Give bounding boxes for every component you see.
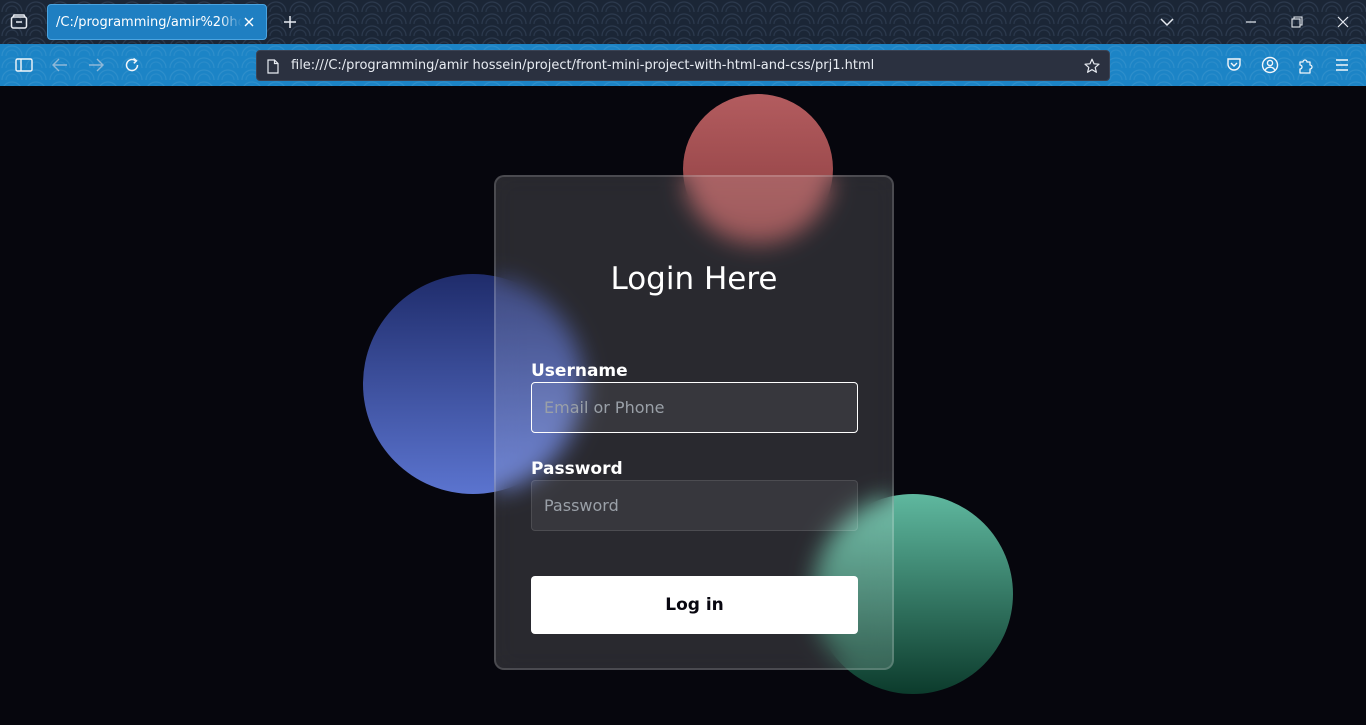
- forward-arrow-icon[interactable]: [85, 54, 107, 76]
- back-arrow-icon[interactable]: [49, 54, 71, 76]
- password-input[interactable]: [531, 480, 858, 531]
- navigation-toolbar: file:///C:/programming/amir hossein/proj…: [0, 44, 1366, 86]
- login-button[interactable]: Log in: [531, 576, 858, 634]
- address-bar[interactable]: file:///C:/programming/amir hossein/proj…: [256, 50, 1110, 81]
- chevron-down-icon[interactable]: [1157, 12, 1177, 32]
- minimize-icon[interactable]: [1241, 12, 1261, 32]
- close-icon[interactable]: [240, 13, 258, 31]
- hamburger-menu-icon[interactable]: [1331, 54, 1353, 76]
- page-viewport: Login Here Username Password Log in: [0, 86, 1366, 725]
- close-icon[interactable]: [1333, 12, 1353, 32]
- tab-list-icon[interactable]: [8, 11, 30, 33]
- active-tab[interactable]: /C:/programming/amir%20hossein/: [47, 4, 267, 40]
- username-label: Username: [531, 361, 628, 381]
- puzzle-icon[interactable]: [1295, 54, 1317, 76]
- url-text: file:///C:/programming/amir hossein/proj…: [291, 58, 875, 73]
- page-icon: [265, 58, 281, 74]
- password-label: Password: [531, 459, 623, 479]
- account-icon[interactable]: [1259, 54, 1281, 76]
- restore-icon[interactable]: [1287, 12, 1307, 32]
- tab-strip: /C:/programming/amir%20hossein/: [0, 0, 1366, 44]
- reload-icon[interactable]: [121, 54, 143, 76]
- username-input[interactable]: [531, 382, 858, 433]
- star-icon[interactable]: [1083, 57, 1101, 75]
- login-title: Login Here: [610, 261, 778, 297]
- tab-title: /C:/programming/amir%20hossein/: [56, 14, 242, 30]
- pocket-icon[interactable]: [1223, 54, 1245, 76]
- sidebar-icon[interactable]: [13, 54, 35, 76]
- plus-icon[interactable]: [280, 12, 300, 32]
- login-form: Login Here Username Password Log in: [494, 175, 894, 670]
